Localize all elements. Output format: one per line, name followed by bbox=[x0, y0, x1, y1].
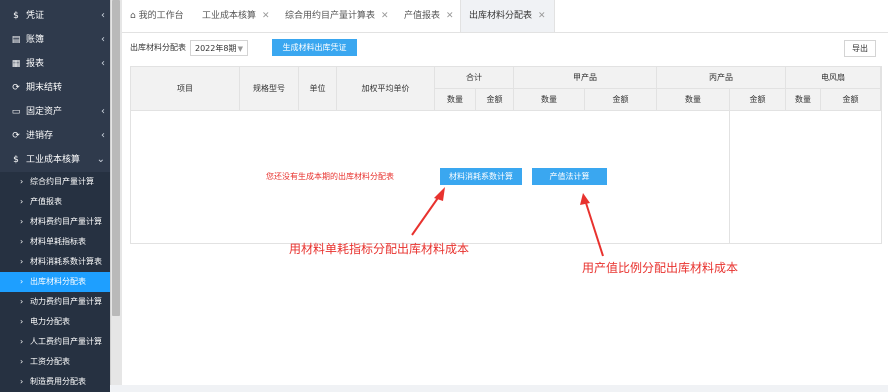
home-icon: ⌂ bbox=[130, 11, 139, 21]
chevron-right-icon: › bbox=[20, 197, 24, 206]
subnav-item[interactable]: › 制造费用分配表 bbox=[0, 372, 110, 392]
nav-ledger[interactable]: ▤ 账簿 ‹ bbox=[0, 28, 110, 52]
subnav-label: 材料费约目产量计算 bbox=[30, 217, 102, 226]
chevron-left-icon: ‹ bbox=[101, 106, 105, 117]
nav-label: 凭证 bbox=[26, 11, 45, 21]
nav-label: 账簿 bbox=[26, 35, 45, 45]
arrow-left-line bbox=[411, 194, 441, 236]
tab-label: 出库材料分配表 bbox=[469, 11, 533, 21]
nav-label: 进销存 bbox=[26, 131, 54, 141]
chevron-right-icon: › bbox=[20, 217, 24, 226]
tab-composite-output[interactable]: 综合用约目产量计算表 ✕ bbox=[285, 0, 389, 32]
annotation-right: 用产值比例分配出库材料成本 bbox=[582, 261, 739, 275]
subnav-item[interactable]: › 动力费约目产量计算 bbox=[0, 292, 110, 312]
tab-home[interactable]: ⌂ 我的工作台 bbox=[130, 0, 184, 32]
close-icon[interactable]: ✕ bbox=[381, 11, 389, 21]
refresh-icon: ⟳ bbox=[12, 83, 20, 93]
chevron-left-icon: ‹ bbox=[101, 10, 105, 21]
dollar-icon: $ bbox=[13, 155, 19, 165]
nav-label: 工业成本核算 bbox=[26, 155, 81, 165]
subnav-item[interactable]: › 材料费约目产量计算 bbox=[0, 212, 110, 232]
arrow-right-head bbox=[580, 193, 590, 205]
chevron-right-icon: › bbox=[20, 357, 24, 366]
subnav-label: 出库材料分配表 bbox=[30, 277, 86, 286]
chevron-right-icon: › bbox=[20, 317, 24, 326]
tab-label: 综合用约目产量计算表 bbox=[285, 11, 376, 21]
chevron-right-icon: › bbox=[20, 257, 24, 266]
chevron-left-icon: ‹ bbox=[101, 130, 105, 141]
chevron-right-icon: › bbox=[20, 277, 24, 286]
nav-reports[interactable]: ▦ 报表 ‹ bbox=[0, 52, 110, 76]
nav-inventory[interactable]: ⟳ 进销存 ‹ bbox=[0, 124, 110, 148]
ledger-icon: ▤ bbox=[11, 35, 21, 45]
subnav-label: 动力费约目产量计算 bbox=[30, 297, 102, 306]
subnav-label: 产值报表 bbox=[30, 197, 62, 206]
sidebar: $ 凭证 ‹ ▤ 账簿 ‹ ▦ 报表 ‹ ⟳ 期末结转 ▭ 固定资产 ‹ ⟳ 进销存 ‹ $ 工业成本核… bbox=[0, 0, 110, 392]
subnav-item[interactable]: › 材料消耗系数计算表 bbox=[0, 252, 110, 272]
tab-label: 产值报表 bbox=[404, 11, 441, 21]
nav-fixed-assets[interactable]: ▭ 固定资产 ‹ bbox=[0, 100, 110, 124]
main-content: 出库材料分配表 2022年8期 ▼ 生成材料出库凭证 导出 项目 规格型号 单位 … bbox=[122, 33, 888, 385]
subnav-list: › 综合约目产量计算 › 产值报表 › 材料费约目产量计算 › 材料单耗指标表 › 材料消耗系数计… bbox=[0, 172, 110, 392]
nav-label: 期末结转 bbox=[26, 83, 63, 93]
subnav-item[interactable]: › 材料单耗指标表 bbox=[0, 232, 110, 252]
subnav-item[interactable]: › 电力分配表 bbox=[0, 312, 110, 332]
subnav-label: 人工费约目产量计算 bbox=[30, 337, 102, 346]
subnav-label: 材料消耗系数计算表 bbox=[30, 257, 102, 266]
tab-material-allocation[interactable]: 出库材料分配表 ✕ bbox=[460, 0, 555, 32]
tab-bar: ⌂ 我的工作台 工业成本核算 ✕ 综合用约目产量计算表 ✕ 产值报表 ✕ 出库材料分配… bbox=[122, 0, 888, 33]
nav-industrial-cost[interactable]: $ 工业成本核算 ⌄ bbox=[0, 148, 110, 172]
sidebar-scrollbar-thumb[interactable] bbox=[112, 0, 120, 316]
tab-industrial-cost[interactable]: 工业成本核算 ✕ bbox=[202, 0, 270, 32]
annotation-arrows bbox=[411, 187, 604, 257]
subnav-label: 电力分配表 bbox=[30, 317, 70, 326]
arrow-left-head bbox=[434, 187, 445, 201]
chevron-right-icon: › bbox=[20, 297, 24, 306]
subnav-item[interactable]: › 出库材料分配表 bbox=[0, 272, 110, 292]
subnav-item[interactable]: › 综合约目产量计算 bbox=[0, 172, 110, 192]
cycle-icon: ⟳ bbox=[12, 131, 20, 141]
monitor-icon: ▭ bbox=[11, 107, 21, 117]
subnav-label: 材料单耗指标表 bbox=[30, 237, 86, 246]
dollar-icon: $ bbox=[13, 11, 19, 21]
chevron-right-icon: › bbox=[20, 377, 24, 386]
chevron-down-icon: ⌄ bbox=[96, 154, 105, 165]
subnav-label: 工资分配表 bbox=[30, 357, 70, 366]
subnav-item[interactable]: › 产值报表 bbox=[0, 192, 110, 212]
close-icon[interactable]: ✕ bbox=[262, 11, 270, 21]
report-icon: ▦ bbox=[11, 59, 21, 69]
tab-output-value[interactable]: 产值报表 ✕ bbox=[404, 0, 454, 32]
nav-voucher[interactable]: $ 凭证 ‹ bbox=[0, 4, 110, 28]
nav-label: 固定资产 bbox=[26, 107, 63, 117]
subnav-item[interactable]: › 人工费约目产量计算 bbox=[0, 332, 110, 352]
chevron-right-icon: › bbox=[20, 237, 24, 246]
tab-label: 工业成本核算 bbox=[202, 11, 257, 21]
chevron-left-icon: ‹ bbox=[101, 58, 105, 69]
arrow-right-line bbox=[585, 202, 604, 257]
nav-period-close[interactable]: ⟳ 期末结转 bbox=[0, 76, 110, 100]
tab-label: 我的工作台 bbox=[138, 11, 184, 21]
chevron-right-icon: › bbox=[20, 337, 24, 346]
nav-label: 报表 bbox=[26, 59, 45, 69]
chevron-left-icon: ‹ bbox=[101, 34, 105, 45]
subnav-label: 综合约目产量计算 bbox=[30, 177, 94, 186]
annotation-left: 用材料单耗指标分配出库材料成本 bbox=[289, 242, 470, 256]
chevron-right-icon: › bbox=[20, 177, 24, 186]
close-icon[interactable]: ✕ bbox=[538, 11, 546, 21]
close-icon[interactable]: ✕ bbox=[446, 11, 454, 21]
subnav-item[interactable]: › 工资分配表 bbox=[0, 352, 110, 372]
